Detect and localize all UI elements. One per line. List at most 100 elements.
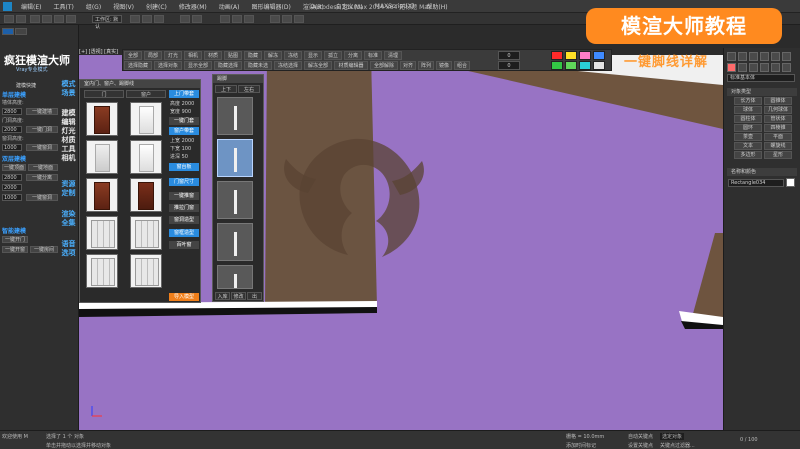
pb-material[interactable]: 材质 [204,51,222,60]
schematic-icon[interactable] [294,15,304,23]
color-swatch-yellow[interactable] [565,51,577,60]
door-thumb-10[interactable] [130,254,162,288]
pb-clean[interactable]: 清理 [384,51,402,60]
scale-icon[interactable] [66,15,76,23]
mode-tab-scene[interactable]: 场景 [60,89,77,98]
pb-show-all[interactable]: 显示全部 [184,61,212,70]
percent-snap-icon[interactable] [154,15,164,23]
btn-cone[interactable]: 圆锥体 [764,97,792,105]
lib-btn-push-window[interactable]: 一键推窗 [169,192,199,200]
library-title[interactable]: 室内门、窗户、踢脚线 [80,80,200,88]
render-icon[interactable] [244,15,254,23]
profile-btn-modify[interactable]: 修改 [231,292,246,300]
lights-icon[interactable] [749,63,758,72]
status-time-marker[interactable]: 添加时间标记 [566,442,596,449]
mode-tab-light[interactable]: 灯光 [60,127,77,136]
btn-plane[interactable]: 平面 [764,133,792,141]
pb-select-object[interactable]: 选择对象 [154,61,182,70]
lib-btn-hole-style[interactable]: 窗洞造型 [169,216,199,224]
display-tab-icon[interactable] [771,52,780,61]
pb-local[interactable]: 局部 [144,51,162,60]
btn-star[interactable]: 星形 [764,151,792,159]
color-swatch-blue[interactable] [593,51,605,60]
pb-light[interactable]: 灯光 [164,51,182,60]
lib-btn-one-click-frame[interactable]: 一键门套 [169,117,199,125]
double-window-input[interactable]: 1000 [2,194,22,201]
mode-tab-tools[interactable]: 工具 [60,145,77,154]
pb-map[interactable]: 贴图 [224,51,242,60]
btn-tube[interactable]: 管状体 [764,115,792,123]
geometry-icon[interactable] [727,63,736,72]
mode-tab-resource[interactable]: 资源 [60,180,77,189]
lib-btn-door-frame[interactable]: 上门带套 [169,90,199,98]
color-swatch-green[interactable] [551,61,563,70]
menu-view[interactable]: 视图(V) [107,2,140,11]
helpers-icon[interactable] [771,63,780,72]
btn-geosphere[interactable]: 几何球体 [764,106,792,114]
profile-btn-store[interactable]: 入库 [215,292,230,300]
move-icon[interactable] [42,15,52,23]
systems-icon[interactable] [782,63,791,72]
material-editor-icon[interactable] [220,15,230,23]
utilities-tab-icon[interactable] [782,52,791,61]
btn-ngon[interactable]: 多边形 [734,151,762,159]
mode-tab-modeling[interactable]: 建模 [60,109,77,118]
btn-one-click-roof[interactable]: 一键顶面 [2,164,26,171]
object-type-header[interactable]: 对象类型 [727,88,797,96]
object-category-dropdown[interactable]: 标准基本体 [727,74,795,82]
btn-one-click-door[interactable]: 一键门洞 [26,126,58,133]
btn-smart-door[interactable]: 一键开门 [2,236,28,243]
pb-hide-selected[interactable]: 隐藏选择 [214,61,242,70]
btn-box[interactable]: 长方体 [734,97,762,105]
lib-btn-frame-style[interactable]: 窗框造型 [169,229,199,237]
pb-hide[interactable]: 隐藏 [244,51,262,60]
pb-unfreeze-all[interactable]: 解冻全部 [304,61,332,70]
status-key-filter[interactable]: 关键点过滤器... [660,442,695,449]
library-tab-door[interactable]: 门 [84,90,124,98]
profile-thumb-2[interactable] [217,139,253,177]
profile-thumb-3[interactable] [217,181,253,219]
render-setup-icon[interactable] [232,15,242,23]
menu-create[interactable]: 创建(C) [140,2,173,11]
object-color-swatch[interactable] [786,178,795,187]
btn-one-click-split[interactable]: 一键分离 [26,174,58,181]
pb-material-editor[interactable]: 材质编辑器 [334,61,368,70]
door-height-input[interactable]: 2000 [2,126,22,133]
undo-icon[interactable] [4,15,14,23]
btn-helix[interactable]: 螺旋线 [764,142,792,150]
pb-array[interactable]: 阵列 [418,61,434,70]
menu-edit[interactable]: 编辑(E) [15,2,47,11]
mode-tab-render[interactable]: 渲染 [60,210,77,219]
mirror-icon[interactable] [180,15,190,23]
wall-height-input[interactable]: 2800 [2,108,22,115]
pb-camera[interactable]: 相机 [184,51,202,60]
lib-btn-sliding[interactable]: 推拉门窗 [169,204,199,212]
lib-btn-blinds[interactable]: 百叶窗 [169,241,199,249]
profile-tab-leftright[interactable]: 左右 [238,85,260,93]
door-thumb-7[interactable] [86,216,118,250]
color-swatch-lightgreen[interactable] [565,61,577,70]
pb-value-a[interactable]: 0 [498,51,520,60]
btn-one-click-floor[interactable]: 一键地面 [28,164,58,171]
door-thumb-6[interactable] [130,178,162,212]
mode-tab-mode[interactable]: 模式 [60,80,77,89]
mode-tab-custom[interactable]: 定制 [60,189,77,198]
btn-sphere[interactable]: 球体 [734,106,762,114]
snap-icon[interactable] [130,15,140,23]
pb-all[interactable]: 全部 [124,51,142,60]
status-set-key[interactable]: 设置关键点 [628,442,653,449]
lib-field-bottom[interactable]: 下宽 100 [170,145,198,152]
object-name-field[interactable]: Rectangle034 [728,179,784,187]
rotate-icon[interactable] [54,15,64,23]
lib-field-height[interactable]: 高度 2000 [170,100,198,107]
angle-snap-icon[interactable] [142,15,152,23]
settings-icon[interactable] [15,28,27,35]
pb-value-b[interactable]: 0 [498,61,520,70]
pb-detach[interactable]: 分离 [344,51,362,60]
mode-tab-material[interactable]: 材质 [60,136,77,145]
lib-btn-size[interactable]: 门窗尺寸 [169,178,199,186]
shapes-icon[interactable] [738,63,747,72]
name-color-header[interactable]: 名称和颜色 [727,168,797,176]
door-thumb-5[interactable] [86,178,118,212]
door-thumb-9[interactable] [86,254,118,288]
